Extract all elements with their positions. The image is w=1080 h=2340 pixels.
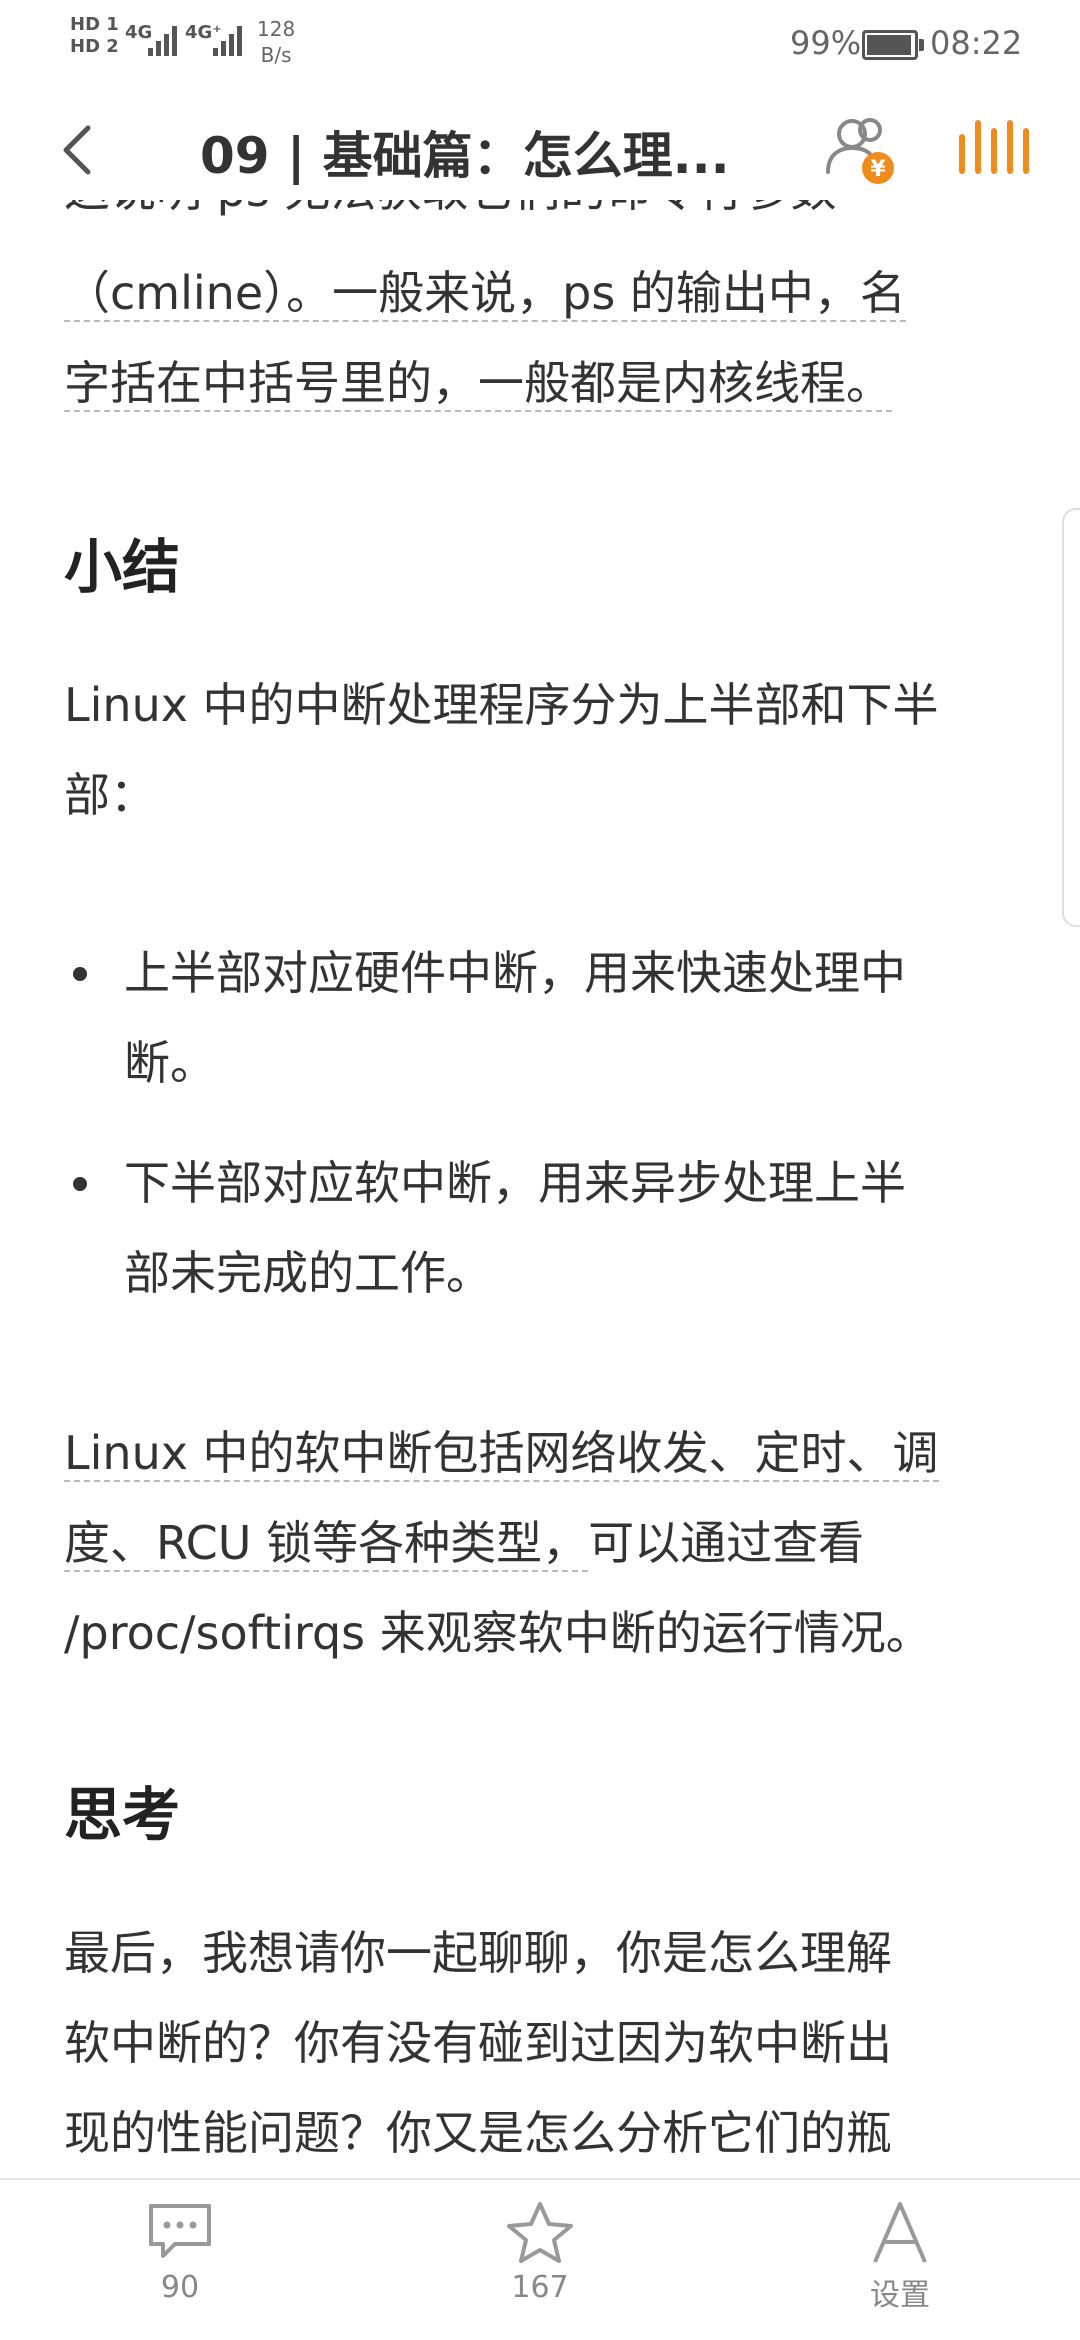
paragraph-line: /proc/softirqs 来观察软中断的运行情况。 — [64, 1606, 932, 1660]
bullet-dot — [73, 1177, 87, 1191]
chevron-left-icon — [63, 125, 91, 175]
side-drawer-handle[interactable] — [1062, 508, 1080, 927]
list-item-line: 断。 — [124, 1036, 216, 1090]
signal-2-icon — [213, 22, 242, 56]
annotated-text[interactable]: （cmline）。一般来说，ps 的输出中，名 — [64, 266, 906, 322]
battery-percent: 99% — [790, 24, 862, 62]
audio-bars-icon — [959, 120, 1029, 174]
speed-unit: B/s — [260, 43, 292, 67]
paragraph-line: （cmline）。一般来说，ps 的输出中，名 — [64, 248, 906, 338]
top-bar: 09 | 基础篇：怎么理... ¥ — [0, 100, 1080, 200]
share-earn-button[interactable]: ¥ — [820, 110, 900, 190]
hd2-label: HD 2 — [70, 36, 119, 57]
paragraph-line: 度、RCU 锁等各种类型，可以通过查看 — [64, 1498, 864, 1588]
battery-icon — [862, 30, 924, 60]
top-fragment-text: 这说明 ps 无法获取它们的命令行参数 — [64, 195, 1024, 235]
star-icon — [507, 2202, 573, 2263]
battery-level — [867, 35, 911, 55]
comments-button[interactable]: 90 — [120, 2200, 240, 2305]
paragraph-line: 现的性能问题？你又是怎么分析它们的瓶 — [64, 2106, 892, 2160]
plain-text: 可以通过查看 — [588, 1516, 865, 1570]
list-item-line: 上半部对应硬件中断，用来快速处理中 — [124, 946, 906, 1000]
status-bar: HD 1 HD 2 4G 4G⁺ 128 B/s 99% 08:22 — [0, 0, 1080, 90]
speed-value: 128 — [257, 17, 296, 41]
people-coin-icon: ¥ — [826, 118, 894, 184]
paragraph-line: 部： — [64, 768, 156, 822]
audio-button[interactable] — [955, 120, 1035, 180]
svg-text:¥: ¥ — [870, 157, 886, 182]
article-title: 09 | 基础篇：怎么理... — [200, 127, 730, 185]
list-item-line: 下半部对应软中断，用来异步处理上半 — [124, 1156, 906, 1210]
comment-icon — [149, 2204, 211, 2258]
font-a-icon — [873, 2202, 927, 2263]
bullet-dot — [73, 967, 87, 981]
paragraph-line: 软中断的？你有没有碰到过因为软中断出 — [64, 2016, 892, 2070]
paragraph-line: Linux 中的中断处理程序分为上半部和下半 — [64, 678, 939, 732]
cut-off-line: 这说明 ps 无法获取它们的命令行参数 — [64, 195, 1024, 235]
annotated-text[interactable]: Linux 中的软中断包括网络收发、定时、调 — [64, 1426, 939, 1482]
hd-indicator: HD 1 HD 2 — [70, 14, 119, 58]
annotated-text[interactable]: 度、RCU 锁等各种类型， — [64, 1516, 589, 1572]
favorites-count: 167 — [511, 2270, 569, 2305]
comments-count: 90 — [160, 2270, 200, 2305]
network-speed: 128 B/s — [257, 16, 295, 68]
settings-label: 设置 — [870, 2278, 930, 2313]
back-button[interactable] — [50, 120, 110, 180]
annotated-text[interactable]: 字括在中括号里的，一般都是内核线程。 — [64, 356, 892, 412]
list-item-line: 部未完成的工作。 — [124, 1246, 492, 1300]
paragraph-line: 最后，我想请你一起聊聊，你是怎么理解 — [64, 1926, 892, 1980]
clock: 08:22 — [930, 24, 1023, 62]
section-heading-summary: 小结 — [64, 533, 181, 601]
hd1-label: HD 1 — [70, 14, 119, 35]
section-heading-think: 思考 — [64, 1781, 181, 1849]
bottom-toolbar: 90 167 设置 — [0, 2178, 1080, 2340]
settings-button[interactable]: 设置 — [840, 2200, 960, 2314]
favorite-button[interactable]: 167 — [480, 2200, 600, 2305]
paragraph-line: Linux 中的软中断包括网络收发、定时、调 — [64, 1408, 939, 1498]
paragraph-line: 字括在中括号里的，一般都是内核线程。 — [64, 338, 892, 428]
signal-1-icon — [148, 22, 177, 56]
